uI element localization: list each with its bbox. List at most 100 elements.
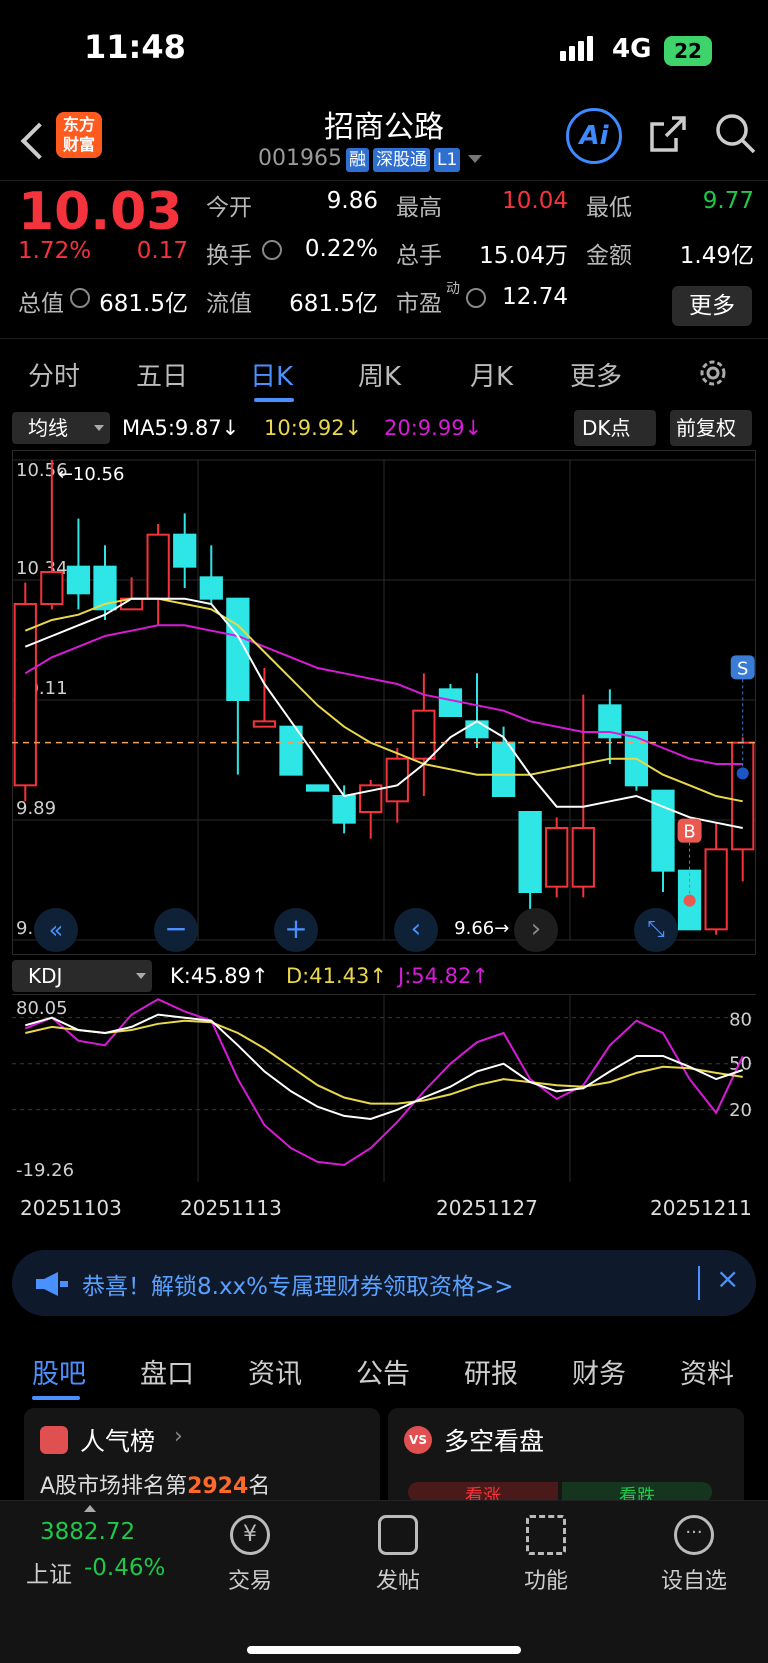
candle-body: [13, 603, 37, 787]
tab-announcements[interactable]: 公告: [356, 1352, 410, 1391]
active-tab-indicator: [254, 398, 294, 402]
promo-banner[interactable]: 恭喜！解锁8.xx%专属理财券领取资格>> ×: [12, 1250, 756, 1316]
bottom-nav: 3882.72 上证 -0.46% ¥ 交易 发帖 功能 ··· 设自选: [0, 1500, 768, 1663]
buy-marker-dot: [683, 894, 696, 907]
nav-functions[interactable]: 功能: [486, 1515, 606, 1595]
status-bar: 11:48 4G 22: [0, 0, 768, 100]
card-title: 人气榜: [80, 1427, 156, 1456]
kdj-select[interactable]: KDJ: [12, 960, 152, 992]
tab-five-day[interactable]: 五日: [136, 356, 188, 393]
tab-research[interactable]: 研报: [464, 1352, 518, 1391]
back-icon[interactable]: [20, 122, 58, 160]
tab-intraday[interactable]: 分时: [28, 356, 80, 393]
amount-value: 1.49亿: [679, 243, 754, 269]
y-tick-label: 80.05: [16, 998, 68, 1019]
kdj-d-value: D:41.43↑: [286, 964, 387, 988]
tab-forum[interactable]: 股吧: [32, 1352, 86, 1391]
tab-news[interactable]: 资讯: [248, 1352, 302, 1391]
nav-trade[interactable]: ¥ 交易: [190, 1515, 310, 1595]
tab-weekly-k[interactable]: 周K: [358, 356, 401, 393]
battery-icon: 22: [664, 36, 712, 66]
grid-icon: [526, 1515, 566, 1555]
candle-body: [518, 811, 542, 893]
long-short-card[interactable]: VS 多空看盘 看涨 看跌: [388, 1408, 744, 1508]
megaphone-icon: [36, 1272, 68, 1296]
tab-more[interactable]: 更多: [570, 356, 622, 393]
dk-point-select[interactable]: DK点: [574, 410, 656, 446]
network-label: 4G: [612, 34, 652, 64]
fullscreen-icon[interactable]: ⤡: [634, 908, 678, 952]
tab-finance[interactable]: 财务: [572, 1352, 626, 1391]
period-tabs: 分时 五日 日K 周K 月K 更多: [0, 342, 768, 404]
candle-body: [545, 827, 569, 888]
total-value: 681.5亿: [99, 291, 188, 317]
zoom-out-icon[interactable]: −: [154, 908, 198, 952]
tab-daily-k[interactable]: 日K: [250, 356, 293, 393]
total-value-label: 总值: [18, 291, 64, 317]
kdj-j-value: J:54.82↑: [398, 964, 489, 988]
tab-monthly-k[interactable]: 月K: [470, 356, 513, 393]
step-left-icon[interactable]: ‹: [394, 908, 438, 952]
tab-profile[interactable]: 资料: [680, 1352, 734, 1391]
app-logo[interactable]: 东方 财富: [56, 112, 102, 158]
bullish-button[interactable]: 看涨: [408, 1482, 558, 1502]
vs-icon: VS: [404, 1426, 432, 1454]
banner-divider: [698, 1266, 700, 1300]
candle-body: [438, 688, 463, 717]
open-label: 今开: [206, 195, 252, 221]
high-annotation: ←10.56: [58, 464, 125, 485]
low-value: 9.77: [702, 188, 754, 214]
popularity-card[interactable]: 人气榜 › A股市场排名第2924名: [24, 1408, 380, 1508]
yuan-icon: ¥: [230, 1515, 270, 1555]
candlestick-chart[interactable]: 10.5610.3410.119.899.66←10.569.66→BS: [12, 450, 756, 955]
ai-button[interactable]: Ai: [566, 108, 622, 164]
float-value-label: 流值: [206, 291, 252, 317]
banner-text: 恭喜！解锁8.xx%专属理财券领取资格>>: [82, 1274, 514, 1300]
date-label: 20251211: [650, 1196, 752, 1220]
date-axis: 20251103 20251113 20251127 20251211: [0, 1190, 768, 1230]
tag-connect: 深股通: [372, 148, 430, 172]
nav-watchlist[interactable]: ··· 设自选: [634, 1515, 754, 1595]
info-icon[interactable]: [70, 288, 90, 308]
ma10-value: 10:9.92↓: [264, 416, 363, 440]
change-amount: 0.17: [136, 238, 188, 264]
candle-body: [146, 533, 170, 600]
scroll-left-fast-icon[interactable]: «: [34, 908, 78, 952]
stock-code-row[interactable]: 001965 融深股通 L1: [258, 146, 483, 172]
info-icon[interactable]: [262, 240, 282, 260]
tab-handicap[interactable]: 盘口: [140, 1352, 194, 1391]
date-label: 20251113: [180, 1196, 282, 1220]
status-time: 11:48: [84, 28, 186, 66]
kdj-chart[interactable]: 80.05-19.26805020: [12, 994, 756, 1182]
pe-label: 市盈: [396, 291, 442, 317]
nav-post[interactable]: 发帖: [338, 1515, 458, 1595]
candle-body: [199, 576, 223, 600]
candle-body: [279, 725, 303, 776]
share-icon[interactable]: [646, 112, 690, 156]
dropdown-icon: [136, 973, 146, 979]
step-right-icon[interactable]: ›: [514, 908, 558, 952]
candle-body: [66, 565, 91, 595]
close-icon[interactable]: ×: [716, 1262, 739, 1295]
bearish-button[interactable]: 看跌: [562, 1482, 712, 1502]
expand-icon[interactable]: [84, 1505, 96, 1512]
y-tick-label: 80: [729, 1010, 752, 1031]
search-icon[interactable]: [712, 110, 758, 156]
chevron-down-icon: [468, 155, 483, 163]
volume-label: 总手: [396, 243, 442, 269]
ma-select[interactable]: 均线: [12, 412, 110, 444]
more-button[interactable]: 更多: [672, 286, 752, 326]
quote-panel: 10.03 1.72% 0.17 总值 681.5亿 今开 9.86 换手 0.…: [0, 180, 768, 335]
low-label: 最低: [586, 195, 632, 221]
gear-icon[interactable]: [696, 356, 730, 390]
change-percent: 1.72%: [18, 238, 92, 264]
ma5-value: MA5:9.87↓: [122, 416, 240, 440]
candle-body: [704, 848, 728, 931]
y-tick-label: 20: [729, 1100, 752, 1121]
adjust-select[interactable]: 前复权: [670, 410, 752, 446]
stock-code: 001965: [258, 146, 342, 171]
zoom-in-icon[interactable]: +: [274, 908, 318, 952]
candle-body: [252, 720, 277, 728]
buy-marker-label: B: [683, 822, 695, 843]
kdj-indicator-bar: KDJ K:45.89↑ D:41.43↑ J:54.82↑: [0, 958, 768, 994]
